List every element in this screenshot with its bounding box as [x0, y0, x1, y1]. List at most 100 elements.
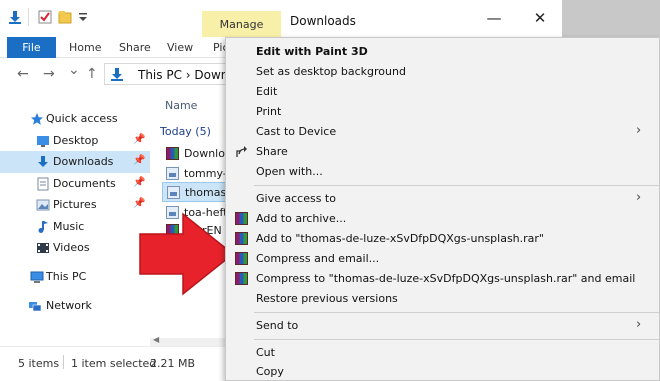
- winrar-icon: [235, 232, 248, 245]
- menu-item-label: Print: [256, 105, 282, 118]
- menu-item-add-to-rar[interactable]: Add to "thomas-de-luze-xSvDfpDQXgs-unspl…: [226, 229, 659, 249]
- submenu-arrow-icon: ›: [636, 317, 642, 332]
- scroll-left-icon[interactable]: ◀: [153, 335, 159, 344]
- tab-view[interactable]: View: [167, 41, 193, 54]
- sidebar-item-pictures[interactable]: Pictures 📌: [0, 194, 150, 216]
- close-button[interactable]: ✕: [530, 8, 550, 28]
- sidebar-item-this-pc[interactable]: This PC: [0, 266, 150, 288]
- sidebar-item-label: Desktop: [53, 134, 99, 147]
- winrar-icon: [235, 272, 248, 285]
- menu-item-share[interactable]: Share: [226, 142, 659, 162]
- menu-separator: [254, 312, 659, 313]
- menu-item-cast-to-device[interactable]: Cast to Device ›: [226, 122, 659, 142]
- context-menu: Edit with Paint 3D Set as desktop backgr…: [225, 37, 660, 381]
- sidebar-item-documents[interactable]: Documents 📌: [0, 173, 150, 195]
- tab-manage[interactable]: Manage: [202, 11, 281, 37]
- submenu-arrow-icon: ›: [636, 123, 642, 138]
- sidebar-item-label: Network: [46, 299, 92, 312]
- horizontal-scrollbar[interactable]: ◀: [150, 335, 230, 346]
- menu-item-label: Open with...: [256, 165, 323, 178]
- sidebar-item-label: Music: [53, 220, 85, 233]
- minimize-button[interactable]: —: [484, 8, 504, 28]
- menu-item-compress-and-email[interactable]: Compress and email...: [226, 249, 659, 269]
- sidebar-item-label: Documents: [53, 177, 116, 190]
- menu-item-copy[interactable]: Copy: [226, 362, 659, 381]
- star-icon: [31, 113, 43, 125]
- sidebar-item-network[interactable]: Network: [0, 295, 150, 317]
- image-file-icon: [167, 186, 180, 199]
- submenu-arrow-icon: ›: [636, 190, 642, 205]
- divider: [28, 8, 29, 26]
- column-header-name[interactable]: Name: [165, 99, 197, 112]
- menu-item-compress-to-rar-and-email[interactable]: Compress to "thomas-de-luze-xSvDfpDQXgs-…: [226, 269, 659, 289]
- menu-separator: [254, 185, 659, 186]
- tab-file[interactable]: File: [7, 37, 56, 58]
- close-icon: ✕: [533, 9, 547, 27]
- tab-home[interactable]: Home: [69, 41, 101, 54]
- pin-icon[interactable]: 📌: [133, 155, 145, 166]
- menu-item-label: Give access to: [256, 192, 336, 205]
- sidebar-item-label: Videos: [53, 241, 90, 254]
- title-bar: Manage Downloads — ✕: [0, 0, 562, 37]
- sidebar-item-quick-access[interactable]: Quick access: [0, 108, 150, 130]
- menu-item-open-with[interactable]: Open with...: [226, 162, 659, 182]
- pin-icon[interactable]: 📌: [133, 134, 145, 145]
- sidebar-item-desktop[interactable]: Desktop 📌: [0, 130, 150, 152]
- sidebar-item-videos[interactable]: Videos: [0, 237, 150, 259]
- menu-item-label: Cut: [256, 346, 275, 359]
- properties-icon[interactable]: [38, 10, 52, 24]
- menu-item-label: Set as desktop background: [256, 65, 406, 78]
- menu-item-label: Cast to Device: [256, 125, 337, 138]
- address-input[interactable]: This PC › Downlo: [104, 63, 244, 85]
- menu-item-add-to-archive[interactable]: Add to archive...: [226, 209, 659, 229]
- divider: [63, 355, 64, 369]
- menu-item-label: Copy: [256, 365, 284, 378]
- minimize-icon: —: [486, 9, 502, 27]
- download-icon[interactable]: [8, 10, 22, 24]
- forward-button[interactable]: →: [43, 66, 55, 82]
- menu-item-set-as-desktop-background[interactable]: Set as desktop background: [226, 62, 659, 82]
- breadcrumb: This PC › Downlo: [138, 68, 240, 82]
- download-icon: [38, 156, 48, 167]
- menu-item-give-access-to[interactable]: Give access to ›: [226, 189, 659, 209]
- menu-item-label: Compress and email...: [256, 252, 380, 265]
- sidebar-item-downloads[interactable]: Downloads 📌: [0, 151, 150, 173]
- menu-item-send-to[interactable]: Send to ›: [226, 316, 659, 336]
- rar-archive-icon: [166, 147, 179, 160]
- menu-item-label: Restore previous versions: [256, 292, 398, 305]
- item-count: 5 items: [18, 357, 60, 370]
- network-icon: [29, 302, 42, 312]
- list-item[interactable]: tommy-b: [162, 164, 234, 184]
- up-button[interactable]: ↑: [86, 66, 98, 82]
- menu-item-label: Edit with Paint 3D: [256, 45, 368, 58]
- tab-share[interactable]: Share: [119, 41, 151, 54]
- download-folder-icon: [111, 68, 123, 81]
- recent-locations-button[interactable]: ⌄: [68, 62, 80, 78]
- desktop-icon: [37, 136, 49, 147]
- sidebar-item-label: Quick access: [46, 112, 118, 125]
- sidebar-item-label: Downloads: [53, 155, 114, 168]
- pin-icon[interactable]: 📌: [133, 198, 145, 209]
- list-item-selected[interactable]: thomas-d: [162, 182, 237, 202]
- group-header[interactable]: Today (5): [160, 125, 211, 138]
- back-button[interactable]: ←: [17, 66, 29, 82]
- share-icon: [236, 146, 247, 157]
- list-item[interactable]: Downloa: [162, 144, 232, 164]
- customize-toolbar-icon[interactable]: [76, 10, 90, 24]
- new-folder-icon[interactable]: [58, 10, 72, 24]
- navigation-pane: Quick access Desktop 📌 Downloads 📌 Docum…: [0, 90, 150, 346]
- sidebar-item-label: This PC: [46, 270, 87, 283]
- menu-item-cut[interactable]: Cut: [226, 343, 659, 363]
- pin-icon[interactable]: 📌: [133, 177, 145, 188]
- winrar-icon: [235, 212, 248, 225]
- menu-item-label: Add to archive...: [256, 212, 347, 225]
- computer-icon: [30, 271, 44, 283]
- menu-item-edit-with-paint-3d[interactable]: Edit with Paint 3D: [226, 42, 659, 62]
- menu-item-label: Share: [256, 145, 288, 158]
- window-title: Downloads: [290, 14, 356, 28]
- menu-item-restore-previous-versions[interactable]: Restore previous versions: [226, 289, 659, 309]
- winrar-icon: [235, 252, 248, 265]
- sidebar-item-music[interactable]: Music: [0, 216, 150, 238]
- menu-item-edit[interactable]: Edit: [226, 82, 659, 102]
- menu-item-print[interactable]: Print: [226, 102, 659, 122]
